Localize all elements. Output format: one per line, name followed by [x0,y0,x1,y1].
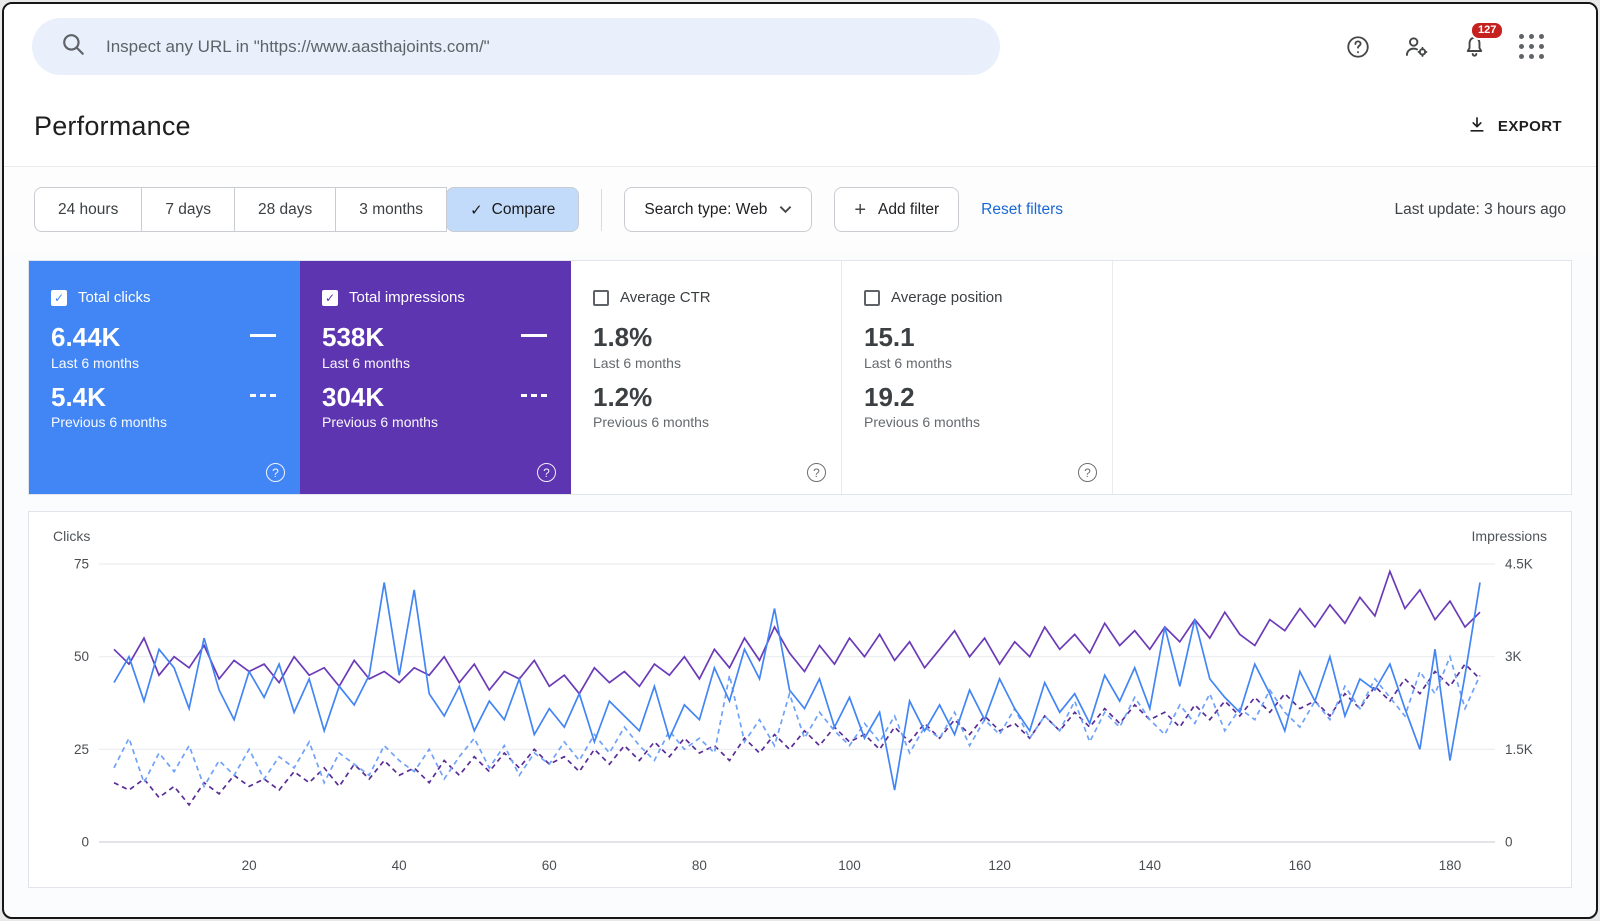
page-header: Performance EXPORT [4,87,1596,167]
help-button[interactable] [1336,25,1380,69]
metric-card-total-impressions[interactable]: ✓ Total impressions 538K Last 6 months 3… [300,261,571,494]
range-7-days[interactable]: 7 days [142,187,235,232]
solid-line-indicator [521,334,547,337]
metric-value: 304K [322,381,385,412]
average-ctr-checkbox[interactable]: ✓ [593,289,609,306]
apps-grid-icon[interactable] [1510,25,1554,69]
metric-value: 538K [322,322,385,352]
topbar: Inspect any URL in "https://www.aasthajo… [4,4,1596,87]
notifications-bell-icon[interactable]: 127 [1452,20,1505,69]
metric-value: 1.8% [593,322,653,352]
metric-period: Last 6 months [593,354,681,371]
metric-period: Previous 6 months [322,414,438,431]
search-type-dropdown[interactable]: Search type: Web [624,187,813,232]
plus-icon: + [854,198,866,221]
range-28-days[interactable]: 28 days [235,187,337,232]
svg-text:80: 80 [692,858,707,873]
metric-period: Previous 6 months [593,414,709,431]
svg-text:180: 180 [1439,858,1462,873]
svg-text:4.5K: 4.5K [1505,557,1533,572]
svg-text:3K: 3K [1505,649,1522,664]
svg-text:1.5K: 1.5K [1505,742,1533,757]
dashed-line-indicator [250,393,276,397]
metric-value: 6.44K [51,322,121,352]
download-icon [1467,115,1487,139]
right-axis-label: Impressions [1471,528,1547,544]
svg-text:0: 0 [1505,835,1513,850]
metric-period: Previous 6 months [51,414,167,431]
search-console-app: Inspect any URL in "https://www.aasthajo… [2,2,1598,919]
metric-period: Last 6 months [864,354,952,371]
left-axis-label: Clicks [53,528,91,544]
metric-value: 15.1 [864,322,915,352]
metric-value: 1.2% [593,381,653,412]
total-clicks-checkbox[interactable]: ✓ [51,289,67,306]
check-icon: ✓ [470,201,483,219]
search-placeholder: Inspect any URL in "https://www.aasthajo… [106,36,490,56]
dashed-line-indicator [521,393,547,397]
topbar-icons: 127 [1336,20,1570,69]
divider [601,188,603,231]
performance-chart[interactable]: 0 0 25 1.5K 50 3K 75 4.5K 20 40 60 80 100 120 140 160 18… [47,550,1557,878]
search-icon [60,31,86,62]
range-3-months[interactable]: 3 months [336,187,448,232]
page-title: Performance [34,111,191,141]
add-filter-button[interactable]: + Add filter [834,187,960,232]
card-label: Average position [891,289,1003,306]
url-inspection-search[interactable]: Inspect any URL in "https://www.aasthajo… [32,18,1000,75]
date-range-segmented-control: 24 hours 7 days 28 days 3 months ✓ Compa… [34,187,580,232]
metric-card-total-clicks[interactable]: ✓ Total clicks 6.44K Last 6 months 5.4K … [29,261,300,494]
user-settings-icon[interactable] [1394,25,1438,69]
svg-text:160: 160 [1289,858,1312,873]
notification-count-badge: 127 [1470,20,1505,40]
performance-chart-panel: Clicks Impressions 0 0 25 1.5K 50 3K 75 4.5K 20 4… [28,511,1572,888]
metric-period: Last 6 months [51,354,139,371]
help-icon[interactable]: ? [1078,463,1097,482]
svg-text:60: 60 [542,858,557,873]
metric-period: Previous 6 months [864,414,980,431]
metric-value: 5.4K [51,381,106,412]
svg-text:75: 75 [74,557,89,572]
svg-text:20: 20 [242,858,257,873]
export-button[interactable]: EXPORT [1467,115,1562,139]
help-icon[interactable]: ? [807,463,826,482]
svg-text:100: 100 [838,858,861,873]
svg-text:120: 120 [988,858,1011,873]
reset-filters-link[interactable]: Reset filters [981,201,1063,219]
range-compare[interactable]: ✓ Compare [446,187,580,232]
help-icon[interactable]: ? [537,463,556,482]
check-icon: ✓ [53,290,65,305]
total-impressions-checkbox[interactable]: ✓ [322,289,338,306]
card-label: Total clicks [78,289,151,306]
check-icon: ✓ [324,290,336,305]
svg-text:50: 50 [74,649,89,664]
svg-text:40: 40 [392,858,407,873]
filter-row: 24 hours 7 days 28 days 3 months ✓ Compa… [4,167,1596,254]
metric-card-average-position[interactable]: ✓ Average position 15.1 Last 6 months 19… [842,261,1113,494]
svg-text:0: 0 [81,835,89,850]
last-update-text: Last update: 3 hours ago [1394,200,1567,218]
metric-card-average-ctr[interactable]: ✓ Average CTR 1.8% Last 6 months 1.2% Pr… [571,261,842,494]
cards-empty-area [1113,261,1571,494]
card-label: Average CTR [620,289,711,306]
help-icon[interactable]: ? [266,463,285,482]
range-24-hours[interactable]: 24 hours [34,187,143,232]
solid-line-indicator [250,334,276,337]
metric-cards-panel: ✓ Total clicks 6.44K Last 6 months 5.4K … [28,260,1572,495]
average-position-checkbox[interactable]: ✓ [864,289,880,306]
svg-text:140: 140 [1139,858,1162,873]
svg-text:25: 25 [74,742,89,757]
chevron-down-icon [779,201,792,219]
card-label: Total impressions [349,289,465,306]
metric-value: 19.2 [864,381,915,412]
metric-period: Last 6 months [322,354,410,371]
